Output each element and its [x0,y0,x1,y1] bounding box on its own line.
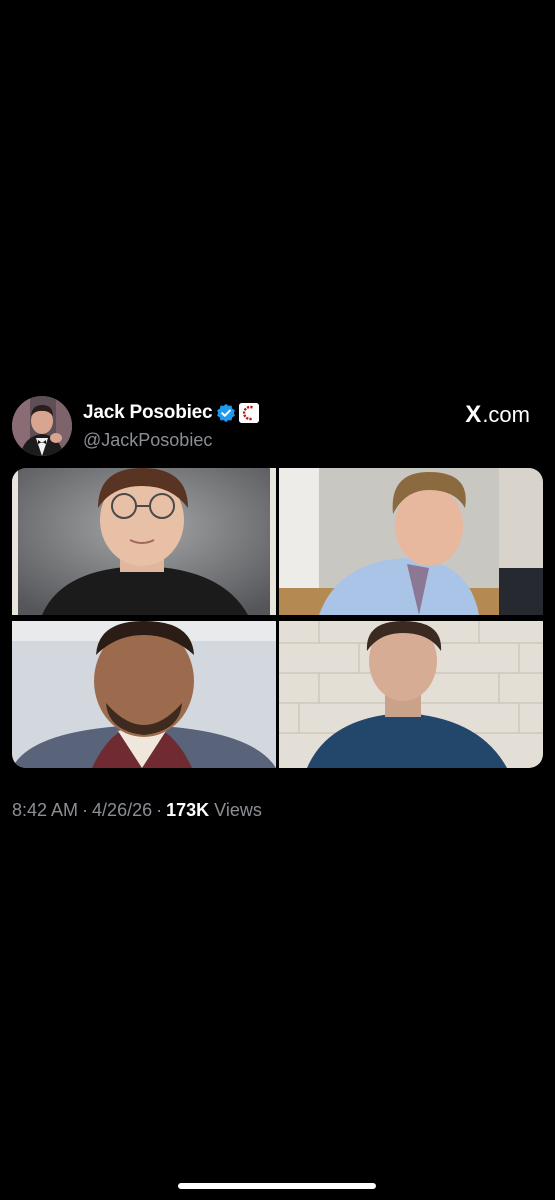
meta-separator: · [156,800,163,820]
avatar[interactable] [12,396,72,456]
media-photo-4[interactable] [279,621,543,768]
post: Jack Posobiec @JackPosobiec X .com 8:42 … [12,396,543,820]
verified-check-icon [217,403,236,423]
home-indicator[interactable] [178,1183,376,1189]
meta-separator: · [82,800,89,820]
media-photo-2[interactable] [279,468,543,615]
author-handle[interactable]: @JackPosobiec [83,430,259,451]
name-row: Jack Posobiec [83,401,260,425]
media-grid [12,468,543,768]
media-photo-1[interactable] [12,468,276,615]
post-meta: 8:42 AM · 4/26/26 · 173K Views [12,800,262,821]
x-logo-icon: X [465,401,482,428]
media-photo-3[interactable] [12,621,276,768]
views-count[interactable]: 173K [166,800,209,820]
post-time: 8:42 AM [12,800,79,820]
site-label: .com [482,402,530,427]
author-names: Jack Posobiec @JackPosobiec [83,401,260,451]
views-label: Views [214,800,262,820]
display-name[interactable]: Jack Posobiec [83,402,213,424]
affiliate-badge-icon[interactable] [239,403,260,423]
post-date: 4/26/26 [92,800,153,820]
x-com-watermark: X .com [465,401,530,429]
post-header: Jack Posobiec @JackPosobiec X .com [12,396,543,458]
